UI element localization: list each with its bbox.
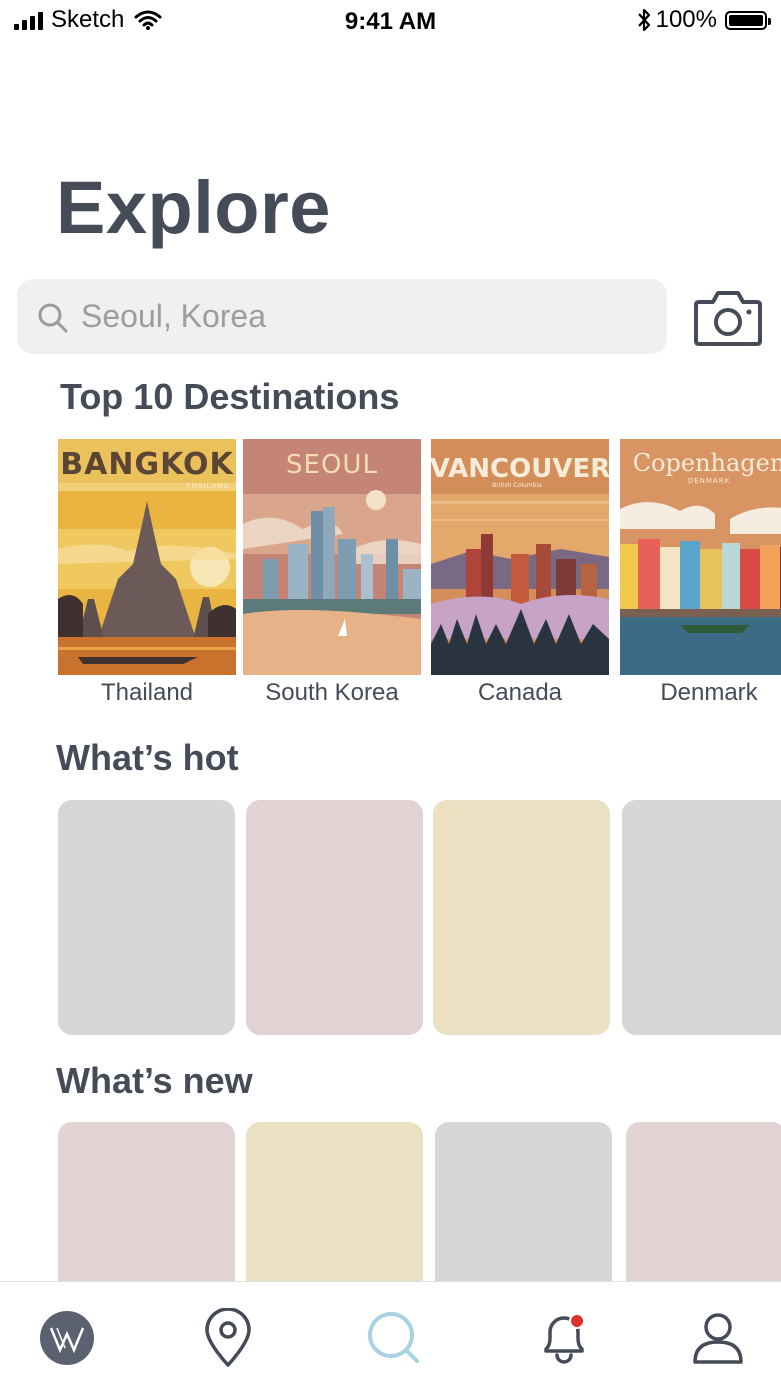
search-bar[interactable] — [17, 279, 667, 354]
battery-icon — [725, 10, 771, 30]
poster-copenhagen: Copenhagen DENMARK — [620, 439, 781, 675]
hot-card[interactable] — [622, 800, 781, 1035]
destination-label: Thailand — [100, 679, 194, 706]
new-card[interactable] — [58, 1122, 235, 1302]
destination-label: Denmark — [660, 679, 758, 706]
status-bar: Sketch 9:41 AM 100% — [0, 0, 781, 44]
poster-title: VANCOUVER — [431, 454, 609, 484]
hot-card[interactable] — [246, 800, 423, 1035]
tab-profile[interactable] — [692, 1312, 744, 1364]
hot-card[interactable] — [58, 800, 235, 1035]
notification-badge — [569, 1313, 585, 1329]
tab-search[interactable] — [366, 1310, 422, 1366]
search-input[interactable] — [81, 279, 641, 354]
destination-card-south-korea[interactable]: SEOUL South Korea — [243, 439, 421, 707]
page-title: Explore — [56, 166, 331, 249]
destination-label: South Korea — [265, 679, 399, 706]
profile-icon — [704, 1313, 732, 1341]
destination-card-denmark[interactable]: Copenhagen DENMARK Denmark — [620, 439, 781, 707]
status-right: 100% — [636, 6, 771, 34]
camera-button[interactable] — [693, 288, 763, 348]
tab-bar — [0, 1281, 781, 1390]
new-card[interactable] — [626, 1122, 781, 1302]
new-card[interactable] — [435, 1122, 612, 1302]
section-title-whats-new: What’s new — [56, 1060, 253, 1101]
poster-title: BANGKOK — [60, 447, 234, 482]
section-title-top-destinations: Top 10 Destinations — [60, 376, 400, 417]
poster-title: SEOUL — [286, 450, 378, 480]
poster-subtitle: THAILAND — [185, 482, 230, 490]
poster-seoul: SEOUL — [243, 439, 421, 675]
poster-subtitle: DENMARK — [688, 477, 730, 485]
search-icon — [38, 303, 68, 333]
poster-title: Copenhagen — [633, 449, 781, 477]
section-title-whats-hot: What’s hot — [56, 737, 239, 778]
hot-card[interactable] — [433, 800, 610, 1035]
tab-notifications[interactable] — [538, 1310, 590, 1366]
tab-map[interactable] — [203, 1308, 253, 1368]
bluetooth-icon — [637, 8, 650, 32]
battery-percent: 100% — [655, 6, 717, 33]
poster-subtitle: British Columbia — [492, 482, 542, 489]
poster-bangkok: BANGKOK THAILAND — [58, 439, 236, 675]
destination-label: Canada — [477, 679, 563, 706]
destination-card-canada[interactable]: VANCOUVER British Columbia Canada — [431, 439, 609, 707]
tab-home-logo[interactable] — [39, 1310, 95, 1366]
poster-vancouver: VANCOUVER British Columbia — [431, 439, 609, 675]
new-card[interactable] — [246, 1122, 423, 1302]
destination-card-thailand[interactable]: BANGKOK THAILAND Thailand — [58, 439, 236, 707]
